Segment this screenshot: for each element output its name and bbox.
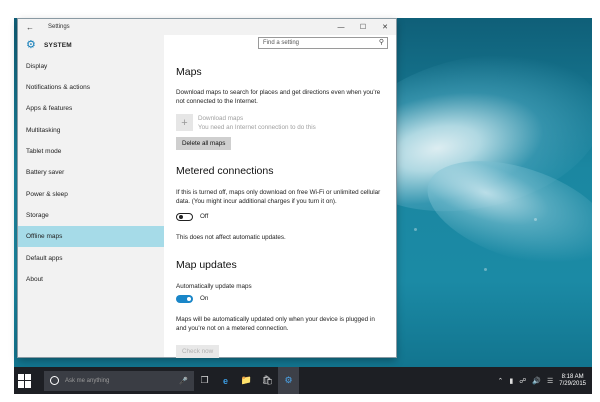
wallpaper-bubble: [484, 268, 487, 271]
maximize-button[interactable]: ☐: [352, 19, 374, 35]
plus-icon: +: [181, 116, 188, 129]
close-button[interactable]: ✕: [374, 19, 396, 35]
minimize-button[interactable]: —: [330, 19, 352, 35]
download-maps-subtitle: You need an Internet connection to do th…: [198, 124, 316, 131]
window-controls: — ☐ ✕: [330, 19, 396, 35]
sidebar-title: SYSTEM: [44, 41, 72, 49]
battery-icon[interactable]: ▮: [509, 377, 513, 385]
toggle-knob: [179, 215, 183, 219]
cortana-icon: [50, 376, 59, 385]
sidebar-item-notifications[interactable]: Notifications & actions: [18, 77, 164, 98]
sidebar-item-display[interactable]: Display: [18, 56, 164, 77]
metered-toggle-label: Off: [200, 213, 209, 220]
maps-description: Download maps to search for places and g…: [176, 89, 381, 105]
auto-update-label: Automatically update maps: [176, 283, 252, 290]
file-explorer-icon[interactable]: 📁: [236, 367, 257, 394]
sidebar-item-apps-features[interactable]: Apps & features: [18, 98, 164, 119]
maps-heading: Maps: [176, 66, 202, 78]
check-now-button[interactable]: Check now: [176, 345, 220, 358]
settings-app-icon[interactable]: ⚙: [278, 367, 299, 394]
task-view-icon[interactable]: ❐: [194, 367, 215, 394]
sidebar-header: ⚙ SYSTEM: [18, 35, 164, 55]
wallpaper-bubble: [414, 228, 417, 231]
network-icon[interactable]: ☍: [519, 377, 526, 385]
sidebar-item-multitasking[interactable]: Multitasking: [18, 120, 164, 141]
download-maps-title: Download maps: [198, 115, 244, 122]
windows-start-icon[interactable]: [18, 373, 32, 388]
metered-heading: Metered connections: [176, 165, 274, 177]
download-maps-button[interactable]: +: [176, 114, 193, 131]
sidebar-item-battery-saver[interactable]: Battery saver: [18, 162, 164, 183]
volume-icon[interactable]: 🔊: [532, 377, 541, 385]
window-title: Settings: [48, 24, 70, 30]
sidebar-item-tablet-mode[interactable]: Tablet mode: [18, 141, 164, 162]
search-placeholder: Find a setting: [263, 40, 300, 46]
metered-note: This does not affect automatic updates.: [176, 234, 286, 241]
store-icon[interactable]: 🛍: [257, 367, 278, 394]
sidebar-item-offline-maps[interactable]: Offline maps: [18, 226, 164, 247]
map-updates-note: Maps will be automatically updated only …: [176, 316, 375, 332]
system-tray: ⌃ ▮ ☍ 🔊 ☰ 8:18 AM 7/29/2015: [497, 374, 586, 388]
gear-icon: ⚙: [26, 39, 36, 51]
taskbar: Ask me anything 🎤 ❐ e 📁 🛍 ⚙ ⌃ ▮ ☍ 🔊 ☰ 8:…: [14, 367, 592, 394]
clock-date: 7/29/2015: [559, 380, 586, 387]
clock[interactable]: 8:18 AM 7/29/2015: [559, 374, 586, 388]
settings-window: ← Settings — ☐ ✕ ⚙ SYSTEM Display Notifi…: [18, 19, 396, 358]
sidebar: ⚙ SYSTEM Display Notifications & actions…: [18, 35, 164, 357]
cortana-search-box[interactable]: Ask me anything 🎤: [44, 370, 194, 391]
microphone-icon[interactable]: 🎤: [179, 377, 188, 385]
metered-description: If this is turned off, maps only downloa…: [176, 189, 381, 205]
action-center-icon[interactable]: ☰: [547, 377, 553, 385]
sidebar-item-storage[interactable]: Storage: [18, 205, 164, 226]
clock-time: 8:18 AM: [561, 373, 584, 380]
cortana-placeholder: Ask me anything: [65, 377, 110, 384]
chevron-up-icon[interactable]: ⌃: [497, 377, 503, 385]
toggle-knob: [187, 297, 191, 301]
map-updates-heading: Map updates: [176, 259, 237, 271]
auto-update-toggle[interactable]: [176, 295, 193, 303]
delete-all-maps-button[interactable]: Delete all maps: [176, 137, 232, 150]
back-arrow-icon[interactable]: ←: [26, 23, 38, 32]
search-icon[interactable]: ⚲: [379, 38, 384, 48]
sidebar-item-about[interactable]: About: [18, 269, 164, 290]
auto-update-toggle-label: On: [200, 295, 209, 302]
metered-toggle[interactable]: [176, 213, 193, 221]
edge-browser-icon[interactable]: e: [215, 367, 236, 394]
title-bar: ← Settings — ☐ ✕: [18, 19, 396, 35]
sidebar-item-power-sleep[interactable]: Power & sleep: [18, 184, 164, 205]
search-input[interactable]: Find a setting ⚲: [258, 37, 388, 49]
wallpaper-bubble: [534, 218, 537, 221]
sidebar-item-default-apps[interactable]: Default apps: [18, 248, 164, 269]
